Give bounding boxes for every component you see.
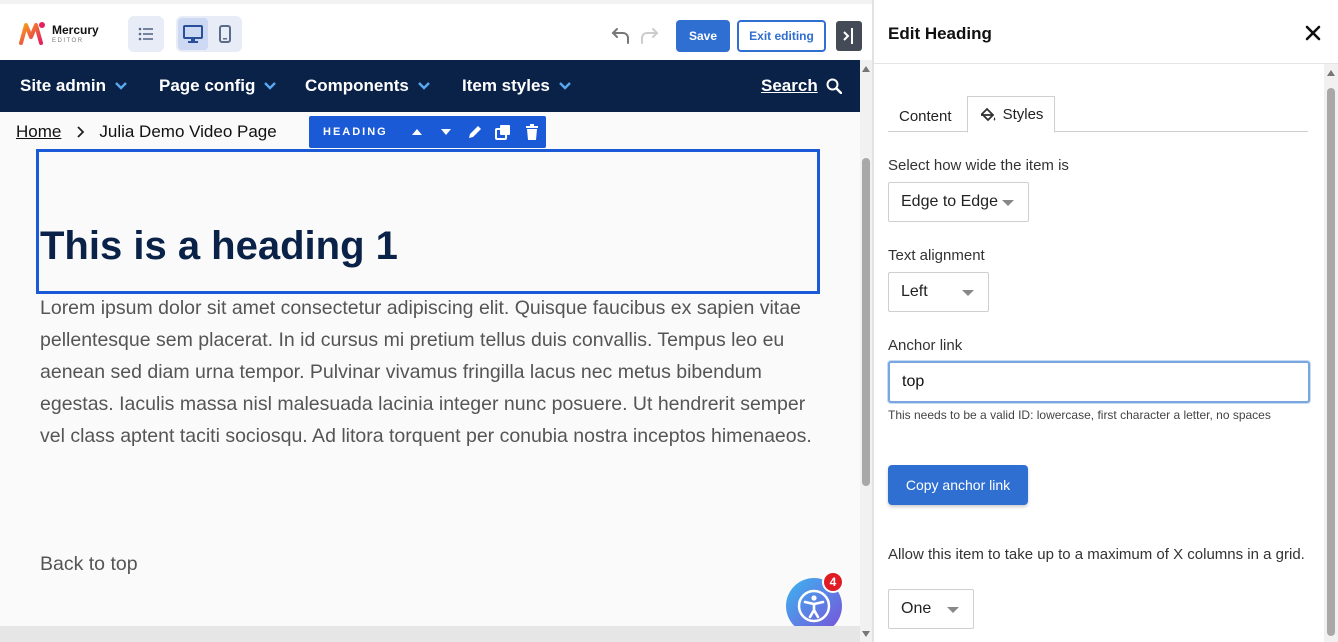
alignment-select[interactable]: Left bbox=[888, 272, 989, 312]
dropdown-caret-icon bbox=[947, 607, 959, 613]
scroll-down-arrow-icon[interactable] bbox=[862, 631, 870, 637]
chevron-down-icon bbox=[115, 82, 127, 90]
panel-scrollbar[interactable] bbox=[1324, 64, 1338, 642]
width-value: Edge to Edge bbox=[901, 193, 998, 210]
mobile-view-button[interactable] bbox=[210, 18, 240, 50]
exit-editing-button[interactable]: Exit editing bbox=[737, 20, 826, 52]
columns-select[interactable]: One bbox=[888, 589, 974, 629]
dropdown-caret-icon bbox=[962, 290, 974, 296]
back-to-top-link[interactable]: Back to top bbox=[40, 553, 138, 576]
page-footer-strip bbox=[0, 626, 860, 642]
columns-value: One bbox=[901, 600, 932, 617]
panel-title: Edit Heading bbox=[888, 24, 992, 43]
nav-site-admin[interactable]: Site admin bbox=[20, 60, 128, 112]
selected-heading-outline[interactable] bbox=[36, 149, 820, 294]
nav-label: Components bbox=[305, 76, 409, 95]
width-select[interactable]: Edge to Edge bbox=[888, 182, 1029, 222]
undo-button[interactable] bbox=[610, 24, 632, 46]
dropdown-caret-icon bbox=[1002, 200, 1014, 206]
desktop-view-button[interactable] bbox=[178, 18, 208, 50]
copy-anchor-link-button[interactable]: Copy anchor link bbox=[888, 465, 1028, 505]
site-navigation: Site admin Page config Components Item s… bbox=[0, 60, 860, 112]
chevron-right-icon bbox=[77, 126, 85, 138]
alignment-value: Left bbox=[901, 283, 928, 300]
toggle-panel-button[interactable] bbox=[836, 21, 862, 51]
pencil-icon bbox=[468, 126, 481, 138]
delete-button[interactable] bbox=[517, 116, 546, 148]
mobile-icon bbox=[219, 25, 231, 43]
edit-button[interactable] bbox=[460, 116, 489, 148]
width-label: Select how wide the item is bbox=[888, 157, 1069, 174]
breadcrumb-home[interactable]: Home bbox=[16, 122, 61, 142]
editor-area: Mercury EDITOR Save Exit editing Site ad… bbox=[0, 0, 872, 642]
edit-panel: Edit Heading Content Styles Select how w… bbox=[874, 0, 1338, 642]
close-icon bbox=[1305, 25, 1321, 41]
breadcrumb-current: Julia Demo Video Page bbox=[99, 122, 277, 141]
undo-icon bbox=[611, 28, 629, 44]
nav-page-config[interactable]: Page config bbox=[159, 60, 277, 112]
save-button[interactable]: Save bbox=[676, 20, 730, 52]
nav-label: Item styles bbox=[462, 76, 550, 95]
nav-label: Site admin bbox=[20, 76, 106, 95]
editor-scrollbar[interactable] bbox=[860, 60, 872, 642]
anchor-help-text: This needs to be a valid ID: lowercase, … bbox=[888, 408, 1271, 422]
list-icon bbox=[138, 27, 153, 41]
mercury-logo: Mercury EDITOR bbox=[18, 16, 108, 52]
nav-item-styles[interactable]: Item styles bbox=[462, 60, 572, 112]
caret-down-icon bbox=[440, 129, 451, 135]
tab-label: Content bbox=[899, 107, 952, 125]
search-icon bbox=[826, 78, 842, 94]
redo-icon bbox=[641, 28, 659, 44]
tab-content[interactable]: Content bbox=[899, 98, 952, 134]
tab-styles[interactable]: Styles bbox=[967, 96, 1055, 133]
chevron-down-icon bbox=[418, 82, 430, 90]
search-label: Search bbox=[761, 76, 818, 95]
close-panel-button[interactable] bbox=[1302, 22, 1324, 44]
caret-up-icon bbox=[412, 129, 423, 135]
tab-label: Styles bbox=[1002, 106, 1044, 123]
anchor-link-input[interactable] bbox=[888, 361, 1310, 403]
breadcrumb: Home Julia Demo Video Page bbox=[16, 122, 277, 142]
desktop-icon bbox=[183, 25, 203, 43]
paint-bucket-icon bbox=[980, 107, 995, 121]
panel-header: Edit Heading bbox=[874, 0, 1338, 64]
alignment-label: Text alignment bbox=[888, 247, 985, 264]
scroll-up-arrow-icon[interactable] bbox=[1327, 70, 1335, 76]
trash-icon bbox=[525, 124, 538, 140]
nav-label: Page config bbox=[159, 76, 256, 95]
panel-tabs: Content Styles bbox=[888, 96, 1308, 134]
brand-sub: EDITOR bbox=[52, 38, 84, 44]
scroll-thumb[interactable] bbox=[1327, 88, 1335, 636]
scroll-up-arrow-icon[interactable] bbox=[862, 66, 870, 72]
chevron-down-icon bbox=[264, 82, 277, 90]
anchor-label: Anchor link bbox=[888, 337, 963, 354]
chevron-down-icon bbox=[559, 82, 571, 90]
brand-name: Mercury bbox=[52, 23, 99, 37]
search-link[interactable]: Search bbox=[761, 60, 842, 112]
editor-toolbar: Mercury EDITOR Save Exit editing bbox=[0, 0, 872, 60]
body-paragraph: Lorem ipsum dolor sit amet consectetur a… bbox=[40, 297, 812, 447]
copy-icon bbox=[495, 125, 511, 140]
redo-button[interactable] bbox=[638, 24, 660, 46]
page-heading: This is a heading 1 bbox=[40, 224, 398, 268]
columns-label: Allow this item to take up to a maximum … bbox=[888, 546, 1305, 563]
move-up-button[interactable] bbox=[403, 116, 432, 148]
nav-components[interactable]: Components bbox=[305, 60, 431, 112]
collapse-panel-icon bbox=[843, 28, 853, 44]
notification-badge: 4 bbox=[822, 571, 844, 593]
move-down-button[interactable] bbox=[432, 116, 461, 148]
duplicate-button[interactable] bbox=[489, 116, 518, 148]
device-toggle bbox=[176, 16, 242, 52]
component-type-label: HEADING bbox=[323, 126, 388, 138]
page-canvas: Home Julia Demo Video Page HEADING This bbox=[0, 112, 860, 642]
mercury-logo-icon bbox=[19, 22, 45, 45]
list-view-button[interactable] bbox=[128, 16, 164, 52]
heading-component-toolbar: HEADING bbox=[309, 116, 546, 148]
scroll-thumb[interactable] bbox=[862, 158, 870, 486]
